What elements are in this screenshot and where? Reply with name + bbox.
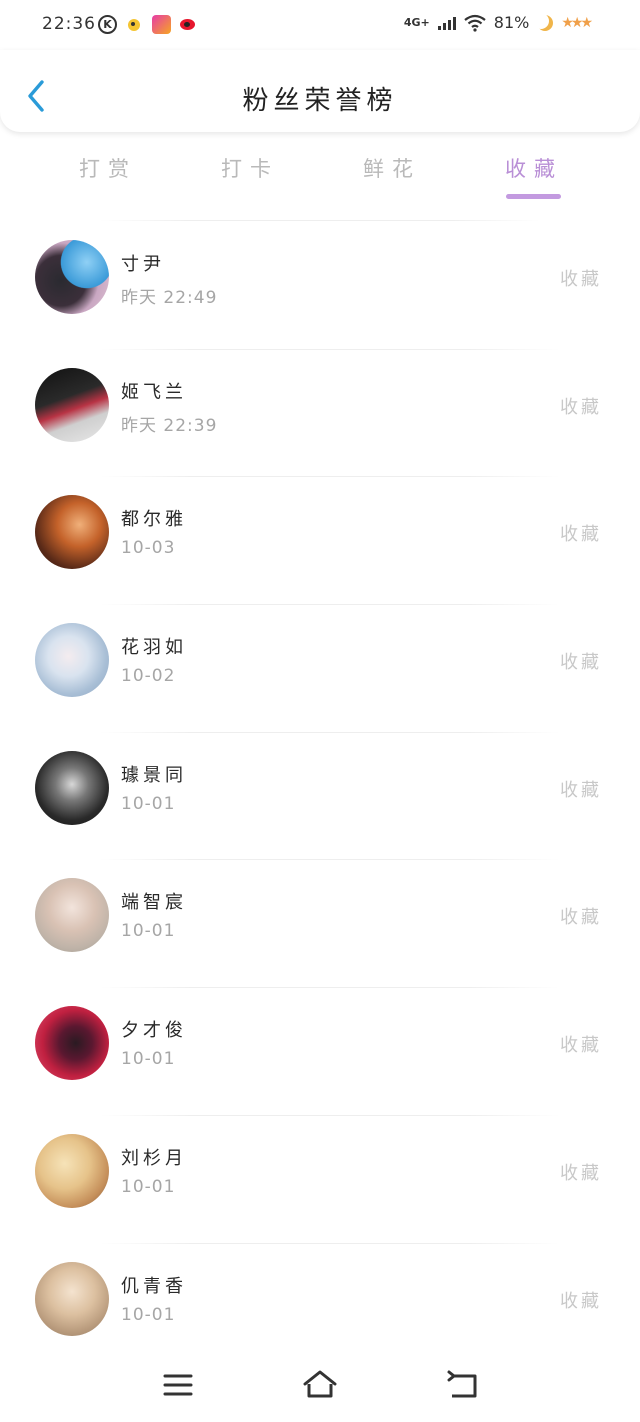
fan-name: 花羽如 bbox=[121, 637, 187, 659]
favorite-label: 收藏 bbox=[560, 524, 602, 546]
fan-name: 夕才俊 bbox=[121, 1020, 187, 1042]
fan-name: 都尔雅 bbox=[121, 509, 187, 531]
favorite-label: 收藏 bbox=[560, 1035, 602, 1057]
fan-time: 10-01 bbox=[121, 1304, 176, 1325]
status-app-icons: K bbox=[98, 15, 198, 34]
tab-flowers[interactable]: 鲜花 bbox=[342, 153, 442, 183]
favorite-label: 收藏 bbox=[560, 779, 602, 801]
moon-icon bbox=[537, 15, 553, 31]
status-bar: 22:36 K 4G+ 81% ★★★ bbox=[0, 0, 640, 50]
tab-reward[interactable]: 打赏 bbox=[58, 153, 158, 183]
avatar bbox=[35, 240, 109, 314]
fan-list: 寸尹 昨天 22:49 收藏 姬飞兰 昨天 22:39 收藏 都尔雅 10-03… bbox=[0, 222, 640, 1371]
list-item[interactable]: 姬飞兰 昨天 22:39 收藏 bbox=[0, 350, 640, 478]
list-item[interactable]: 璩景同 10-01 收藏 bbox=[0, 733, 640, 861]
favorite-label: 收藏 bbox=[560, 907, 602, 929]
avatar bbox=[35, 1261, 109, 1336]
network-label: 4G+ bbox=[403, 16, 430, 29]
list-item[interactable]: 夕才俊 10-01 收藏 bbox=[0, 988, 640, 1116]
fan-name: 寸尹 bbox=[121, 254, 165, 275]
fan-time: 10-02 bbox=[121, 666, 176, 687]
signal-icon bbox=[437, 16, 456, 30]
back-icon bbox=[447, 1370, 477, 1398]
k-icon: K bbox=[98, 15, 117, 34]
stars-icon: ★★★ bbox=[561, 14, 593, 31]
favorite-label: 收藏 bbox=[560, 1162, 602, 1184]
list-item[interactable]: 端智宸 10-01 收藏 bbox=[0, 860, 640, 989]
tab-checkin[interactable]: 打卡 bbox=[200, 153, 300, 183]
fan-name: 刘杉月 bbox=[121, 1147, 187, 1169]
favorite-label: 收藏 bbox=[560, 652, 602, 674]
home-icon bbox=[303, 1370, 337, 1398]
avatar bbox=[35, 878, 109, 953]
fan-time: 10-01 bbox=[121, 1049, 176, 1070]
avatar bbox=[35, 623, 109, 698]
bird-icon bbox=[125, 15, 144, 34]
header: 粉丝荣誉榜 bbox=[0, 50, 640, 132]
favorite-label: 收藏 bbox=[560, 396, 602, 418]
page-title: 粉丝荣誉榜 bbox=[242, 86, 398, 116]
avatar bbox=[35, 367, 109, 442]
fan-name: 仉青香 bbox=[121, 1275, 187, 1297]
list-item[interactable]: 寸尹 昨天 22:49 收藏 bbox=[0, 222, 640, 350]
menu-button[interactable] bbox=[160, 1367, 196, 1403]
battery-level: 81% bbox=[493, 13, 530, 32]
menu-icon bbox=[163, 1374, 193, 1396]
avatar bbox=[35, 1006, 109, 1081]
back-nav-button[interactable] bbox=[444, 1367, 480, 1403]
favorite-label: 收藏 bbox=[560, 269, 602, 290]
list-item[interactable]: 刘杉月 10-01 收藏 bbox=[0, 1116, 640, 1244]
fan-name: 端智宸 bbox=[121, 892, 187, 914]
fan-time: 10-03 bbox=[121, 538, 176, 559]
tab-active-indicator bbox=[506, 194, 561, 199]
avatar bbox=[35, 1133, 109, 1208]
fan-name: 姬飞兰 bbox=[121, 381, 187, 403]
avatar bbox=[35, 750, 109, 825]
status-right: 4G+ 81% ★★★ bbox=[403, 13, 593, 32]
fan-time: 昨天 22:49 bbox=[121, 288, 218, 308]
fan-time: 10-01 bbox=[121, 793, 176, 814]
fan-time: 昨天 22:39 bbox=[121, 415, 218, 436]
fan-time: 10-01 bbox=[121, 1176, 176, 1197]
tab-divider bbox=[100, 220, 540, 221]
wifi-icon bbox=[464, 14, 486, 32]
tab-bar: 打赏 打卡 鲜花 收藏 bbox=[0, 145, 640, 205]
weibo-icon bbox=[179, 15, 198, 34]
fan-time: 10-01 bbox=[121, 921, 176, 942]
live-app-icon bbox=[152, 15, 171, 34]
status-time: 22:36 bbox=[42, 14, 96, 34]
fan-name: 璩景同 bbox=[121, 764, 187, 786]
list-item[interactable]: 都尔雅 10-03 收藏 bbox=[0, 477, 640, 606]
home-button[interactable] bbox=[302, 1367, 338, 1403]
favorite-label: 收藏 bbox=[560, 1290, 602, 1312]
avatar bbox=[35, 495, 109, 570]
list-item[interactable]: 花羽如 10-02 收藏 bbox=[0, 605, 640, 733]
bottom-nav bbox=[0, 1345, 640, 1422]
tab-favorites[interactable]: 收藏 bbox=[484, 153, 584, 183]
